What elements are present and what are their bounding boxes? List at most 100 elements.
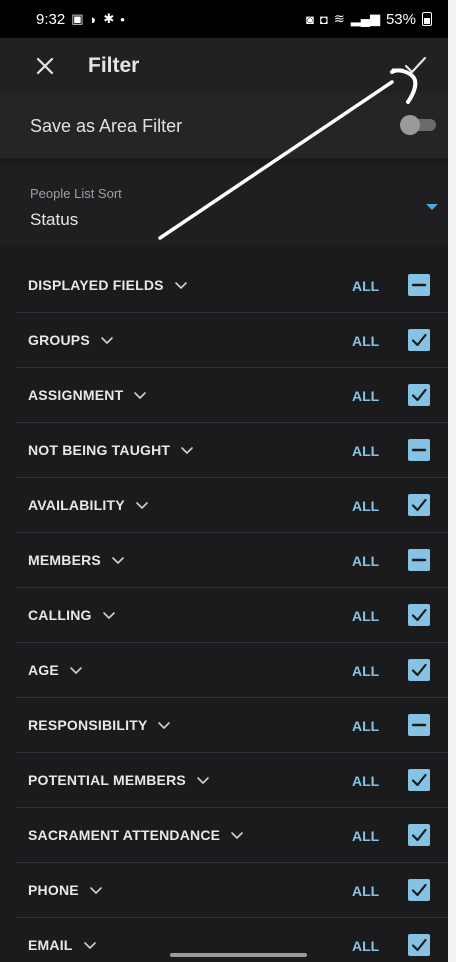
filter-row[interactable]: GROUPS ALL: [16, 313, 448, 368]
filter-row[interactable]: AGE ALL: [16, 643, 448, 698]
filter-all-button[interactable]: ALL: [352, 553, 379, 569]
filter-label: NOT BEING TAUGHT: [28, 442, 171, 458]
filter-name[interactable]: AGE: [28, 662, 83, 678]
filter-row[interactable]: NOT BEING TAUGHT ALL: [16, 423, 448, 478]
battery-icon: [422, 12, 432, 26]
filter-checkbox-checked[interactable]: [408, 604, 430, 626]
filter-name[interactable]: DISPLAYED FIELDS: [28, 277, 188, 293]
chevron-down-icon: [134, 392, 147, 399]
filter-all-button[interactable]: ALL: [352, 938, 379, 954]
filter-all-button[interactable]: ALL: [352, 663, 379, 679]
sort-value: Status: [30, 210, 79, 229]
close-button[interactable]: [30, 51, 60, 81]
filter-label: RESPONSIBILITY: [28, 717, 148, 733]
filter-row[interactable]: CALLING ALL: [16, 588, 448, 643]
chevron-down-icon: [174, 282, 187, 289]
dot-icon: •: [120, 11, 125, 27]
filter-checkbox-partial[interactable]: [408, 549, 430, 571]
filter-label: DISPLAYED FIELDS: [28, 277, 164, 293]
filter-all-button[interactable]: ALL: [352, 278, 379, 294]
filter-name[interactable]: PHONE: [28, 882, 103, 898]
alarm-icon: ◙: [306, 11, 314, 27]
chevron-down-icon: [70, 667, 82, 674]
filter-checkbox-checked[interactable]: [408, 329, 430, 351]
filter-name[interactable]: CALLING: [28, 607, 116, 623]
filter-label: SACRAMENT ATTENDANCE: [28, 827, 221, 843]
chevron-down-icon: [158, 722, 171, 729]
status-time: 9:32: [36, 10, 66, 28]
filter-all-button[interactable]: ALL: [352, 333, 379, 349]
filter-checkbox-checked[interactable]: [408, 384, 430, 406]
save-area-filter-row: Save as Area Filter: [0, 94, 448, 158]
filter-checkbox-checked[interactable]: [408, 494, 430, 516]
filter-all-button[interactable]: ALL: [352, 883, 379, 899]
filter-row[interactable]: POTENTIAL MEMBERS ALL: [16, 753, 448, 808]
check-icon: [404, 56, 427, 74]
filter-name[interactable]: AVAILABILITY: [28, 497, 149, 513]
filter-row[interactable]: SACRAMENT ATTENDANCE ALL: [16, 808, 448, 863]
app-bar: Filter: [0, 38, 448, 94]
filter-label: ASSIGNMENT: [28, 387, 124, 403]
chevron-down-icon: [197, 777, 209, 784]
filter-all-button[interactable]: ALL: [352, 718, 379, 734]
chevron-down-icon: [101, 337, 113, 344]
filter-name[interactable]: RESPONSIBILITY: [28, 717, 171, 733]
filter-checkbox-partial[interactable]: [408, 439, 430, 461]
filter-label: EMAIL: [28, 937, 73, 953]
filter-name[interactable]: SACRAMENT ATTENDANCE: [28, 827, 244, 843]
filter-checkbox-partial[interactable]: [408, 274, 430, 296]
save-area-filter-label: Save as Area Filter: [30, 115, 183, 136]
filter-row[interactable]: MEMBERS ALL: [16, 533, 448, 588]
filter-checkbox-checked[interactable]: [408, 934, 430, 956]
filter-name[interactable]: EMAIL: [28, 937, 97, 953]
filter-label: MEMBERS: [28, 552, 101, 568]
filter-checkbox-checked[interactable]: [408, 659, 430, 681]
filter-name[interactable]: GROUPS: [28, 332, 114, 348]
filter-checkbox-partial[interactable]: [408, 714, 430, 736]
filter-name[interactable]: ASSIGNMENT: [28, 387, 147, 403]
filter-checkbox-checked[interactable]: [408, 879, 430, 901]
app-icon: ✱: [103, 11, 115, 26]
filter-label: CALLING: [28, 607, 92, 623]
people-list-sort-dropdown[interactable]: People List Sort Status: [0, 166, 448, 246]
phone-screen: 9:32 ▣ ◗ ✱ • ◙ ◘ ≋ ▂▄▆ 53% Filter Save a…: [0, 0, 448, 962]
filter-name[interactable]: MEMBERS: [28, 552, 125, 568]
filter-all-button[interactable]: ALL: [352, 498, 379, 514]
dropdown-caret-icon: [426, 204, 438, 210]
filter-name[interactable]: NOT BEING TAUGHT: [28, 442, 194, 458]
filter-all-button[interactable]: ALL: [352, 443, 379, 459]
chevron-down-icon: [102, 612, 115, 619]
filter-name[interactable]: POTENTIAL MEMBERS: [28, 772, 210, 788]
chevron-down-icon: [231, 832, 244, 839]
signal-icon: ▂▄▆: [350, 11, 380, 26]
filter-all-button[interactable]: ALL: [352, 388, 379, 404]
close-icon: [36, 57, 54, 75]
chevron-down-icon: [135, 502, 148, 509]
filter-label: PHONE: [28, 882, 79, 898]
filter-row[interactable]: ASSIGNMENT ALL: [16, 368, 448, 423]
filter-all-button[interactable]: ALL: [352, 608, 379, 624]
sort-label: People List Sort: [30, 186, 122, 201]
mute-icon: ◘: [319, 11, 328, 27]
filter-label: GROUPS: [28, 332, 90, 348]
filter-checkbox-checked[interactable]: [408, 824, 430, 846]
page-title: Filter: [88, 54, 140, 77]
filter-label: POTENTIAL MEMBERS: [28, 772, 186, 788]
filter-all-button[interactable]: ALL: [352, 773, 379, 789]
filter-row[interactable]: DISPLAYED FIELDS ALL: [16, 258, 448, 313]
wifi-icon: ≋: [333, 11, 345, 26]
home-indicator[interactable]: [170, 953, 307, 957]
save-area-filter-toggle[interactable]: [400, 115, 436, 135]
filter-row[interactable]: RESPONSIBILITY ALL: [16, 698, 448, 753]
filter-row[interactable]: AVAILABILITY ALL: [16, 478, 448, 533]
chevron-down-icon: [181, 447, 193, 454]
confirm-button[interactable]: [398, 50, 432, 80]
filter-label: AVAILABILITY: [28, 497, 125, 513]
chevron-down-icon: [89, 887, 102, 894]
status-bar: 9:32 ▣ ◗ ✱ • ◙ ◘ ≋ ▂▄▆ 53%: [0, 0, 448, 38]
filter-list: DISPLAYED FIELDS ALL GROUPS ALL ASSIGNMENT AL…: [16, 258, 448, 962]
filter-row[interactable]: PHONE ALL: [16, 863, 448, 918]
chevron-down-icon: [83, 942, 96, 949]
filter-checkbox-checked[interactable]: [408, 769, 430, 791]
filter-all-button[interactable]: ALL: [352, 828, 379, 844]
